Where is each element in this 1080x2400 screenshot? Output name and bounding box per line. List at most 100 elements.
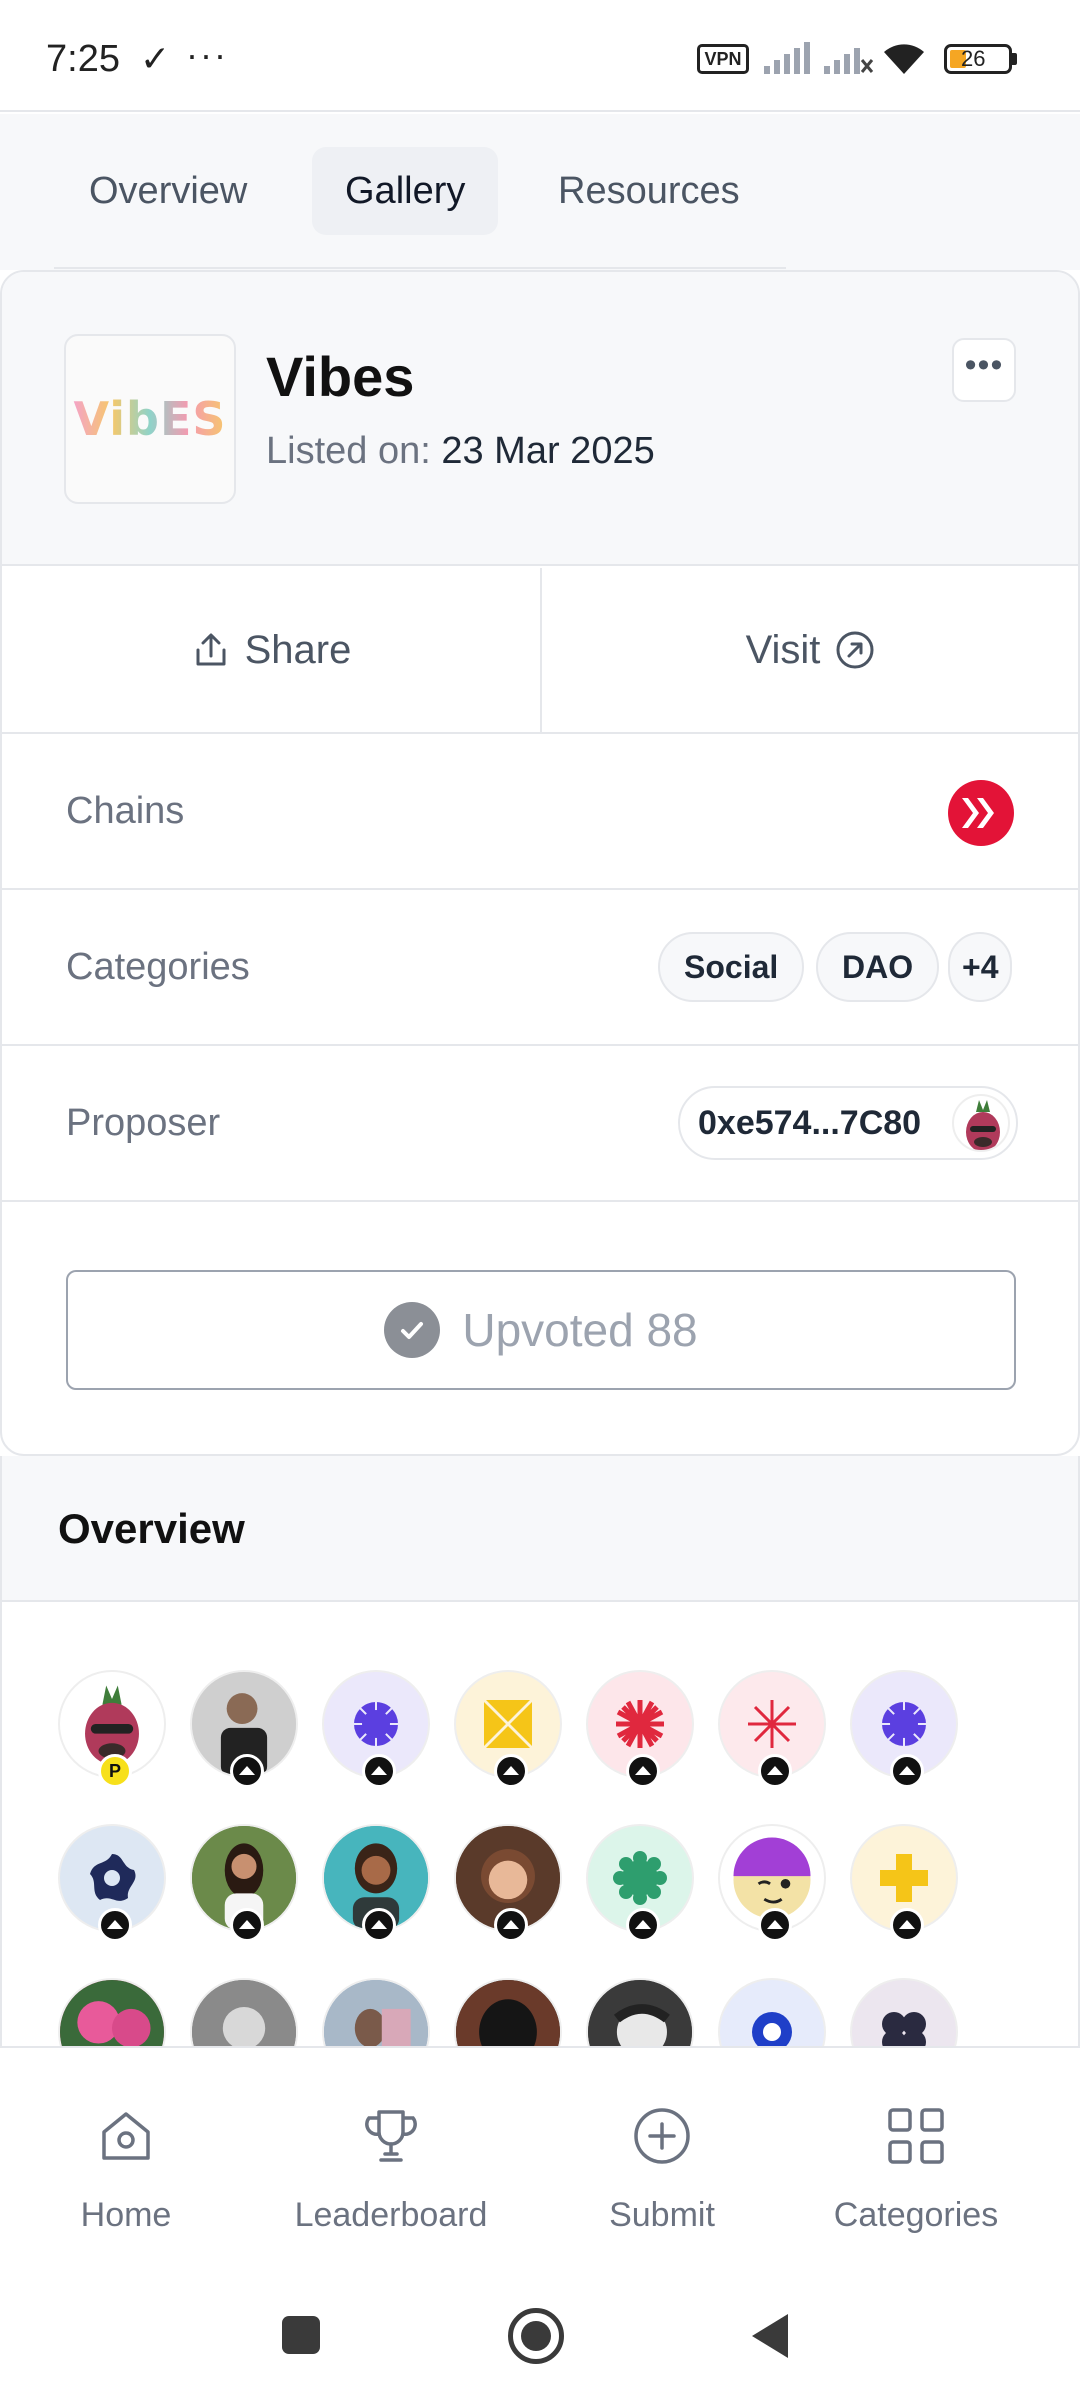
voter-upvote-badge (626, 1754, 660, 1788)
system-nav-bar (0, 2268, 1080, 2400)
flower-icon (90, 1854, 136, 1901)
chains-label: Chains (66, 790, 185, 832)
nav-home-label: Home (80, 2196, 172, 2234)
voter-avatar[interactable] (850, 1824, 958, 1942)
proposer-pill[interactable]: 0xe574...7C80 (678, 1086, 1018, 1160)
voter-avatar[interactable] (454, 1978, 562, 2048)
category-pill-more[interactable]: +4 (948, 932, 1013, 1002)
tabs-divider (54, 267, 786, 269)
voter-upvote-badge (98, 1908, 132, 1942)
upvote-button[interactable]: Upvoted 88 (66, 1270, 1016, 1390)
nav-submit-label: Submit (609, 2196, 715, 2234)
tabs-bar: Overview Gallery Resources (0, 114, 1080, 270)
voter-avatar[interactable] (454, 1670, 562, 1788)
share-label: Share (244, 627, 352, 672)
voter-badge-p: P (98, 1754, 132, 1788)
voter-upvote-badge (626, 1908, 660, 1942)
home-icon (102, 2112, 150, 2160)
voter-avatar[interactable] (322, 1824, 430, 1942)
voter-avatar[interactable] (190, 1670, 298, 1788)
back-button[interactable] (752, 2314, 788, 2358)
ring-icon (752, 2012, 792, 2048)
proposer-label: Proposer (66, 1102, 221, 1144)
nav-categories[interactable]: Categories (816, 2048, 1016, 2270)
project-title: Vibes (266, 345, 415, 408)
voter-avatar[interactable] (190, 1824, 298, 1942)
listed-on: Listed on: 23 Mar 2025 (266, 430, 655, 473)
plus-circle-icon (634, 2108, 690, 2164)
recents-button[interactable] (282, 2316, 320, 2354)
grid-icon (888, 2108, 944, 2164)
project-logo-text: VibES (73, 392, 227, 446)
share-icon (196, 633, 226, 666)
bottom-nav: Home Leaderboard Submit Categories (0, 2046, 1080, 2268)
external-link-icon (836, 631, 874, 669)
voter-upvote-badge (890, 1754, 924, 1788)
bowtie-icon (484, 1700, 532, 1748)
voter-avatar[interactable] (58, 1824, 166, 1942)
voter-upvote-badge (494, 1754, 528, 1788)
wifi-icon (884, 44, 924, 74)
voter-upvote-badge (494, 1908, 528, 1942)
voter-upvote-badge (230, 1754, 264, 1788)
proposer-row: Proposer 0xe574...7C80 (2, 1046, 1078, 1202)
voter-avatar[interactable] (58, 1978, 166, 2048)
status-time: 7:25 (46, 38, 120, 80)
voter-avatar[interactable] (586, 1978, 694, 2048)
chains-row: Chains (2, 734, 1078, 890)
category-pill-social[interactable]: Social (658, 932, 805, 1002)
starburst-icon (352, 1700, 400, 1748)
voter-avatar[interactable] (586, 1670, 694, 1788)
signal-icon (764, 42, 810, 74)
more-options-button[interactable]: ••• (952, 338, 1016, 402)
proposer-address: 0xe574...7C80 (698, 1104, 922, 1142)
hive-chain-icon[interactable] (948, 780, 1014, 846)
voter-avatar[interactable] (322, 1670, 430, 1788)
tab-resources[interactable]: Resources (525, 147, 773, 235)
voter-avatar[interactable] (322, 1978, 430, 2048)
tab-gallery[interactable]: Gallery (312, 147, 499, 235)
signal-off-icon (824, 48, 874, 74)
voter-avatar[interactable] (190, 1978, 298, 2048)
visit-label: Visit (745, 627, 821, 672)
tab-overview[interactable]: Overview (56, 147, 280, 235)
voter-avatar[interactable] (718, 1978, 826, 2048)
vpn-badge: VPN (697, 44, 749, 74)
checkmark-icon: ✓ (140, 38, 171, 79)
categories-row: Categories Social DAO +4 (2, 890, 1078, 1046)
clover-icon (882, 2012, 926, 2048)
project-card: VibES Vibes Listed on: 23 Mar 2025 ••• S… (0, 270, 1080, 1456)
action-row: Share Visit (2, 568, 1078, 734)
gear-shape-icon (613, 1851, 667, 1905)
voter-avatar[interactable] (850, 1978, 958, 2048)
nav-home[interactable]: Home (36, 2048, 216, 2270)
plus-shape-icon (880, 1854, 928, 1902)
visit-button[interactable]: Visit (542, 568, 1078, 732)
share-button[interactable]: Share (2, 568, 540, 732)
nav-leaderboard[interactable]: Leaderboard (276, 2048, 506, 2270)
voter-avatar[interactable] (454, 1824, 562, 1942)
home-system-dot (521, 2321, 551, 2351)
asterisk-icon (748, 1700, 796, 1748)
battery-level: 26 (961, 46, 986, 71)
voter-avatar[interactable] (718, 1824, 826, 1942)
category-pill-dao[interactable]: DAO (816, 932, 940, 1002)
proposer-avatar (952, 1094, 1010, 1152)
voter-upvote-badge (362, 1908, 396, 1942)
voter-upvote-badge (230, 1908, 264, 1942)
more-notifications-icon: ··· (186, 34, 228, 75)
voter-avatar[interactable] (718, 1670, 826, 1788)
battery-icon: 26 (944, 44, 1012, 74)
voter-upvote-badge (758, 1908, 792, 1942)
categories-label: Categories (66, 946, 250, 988)
voter-avatar[interactable] (850, 1670, 958, 1788)
voter-upvote-badge (890, 1908, 924, 1942)
nav-submit[interactable]: Submit (572, 2048, 752, 2270)
nav-leaderboard-label: Leaderboard (294, 2196, 488, 2234)
voter-avatar[interactable] (586, 1824, 694, 1942)
voter-avatar[interactable]: P (58, 1670, 166, 1788)
voter-upvote-badge (758, 1754, 792, 1788)
more-horizontal-icon: ••• (964, 346, 1004, 384)
overview-title: Overview (58, 1505, 245, 1552)
upvote-label: Upvoted 88 (462, 1304, 698, 1356)
